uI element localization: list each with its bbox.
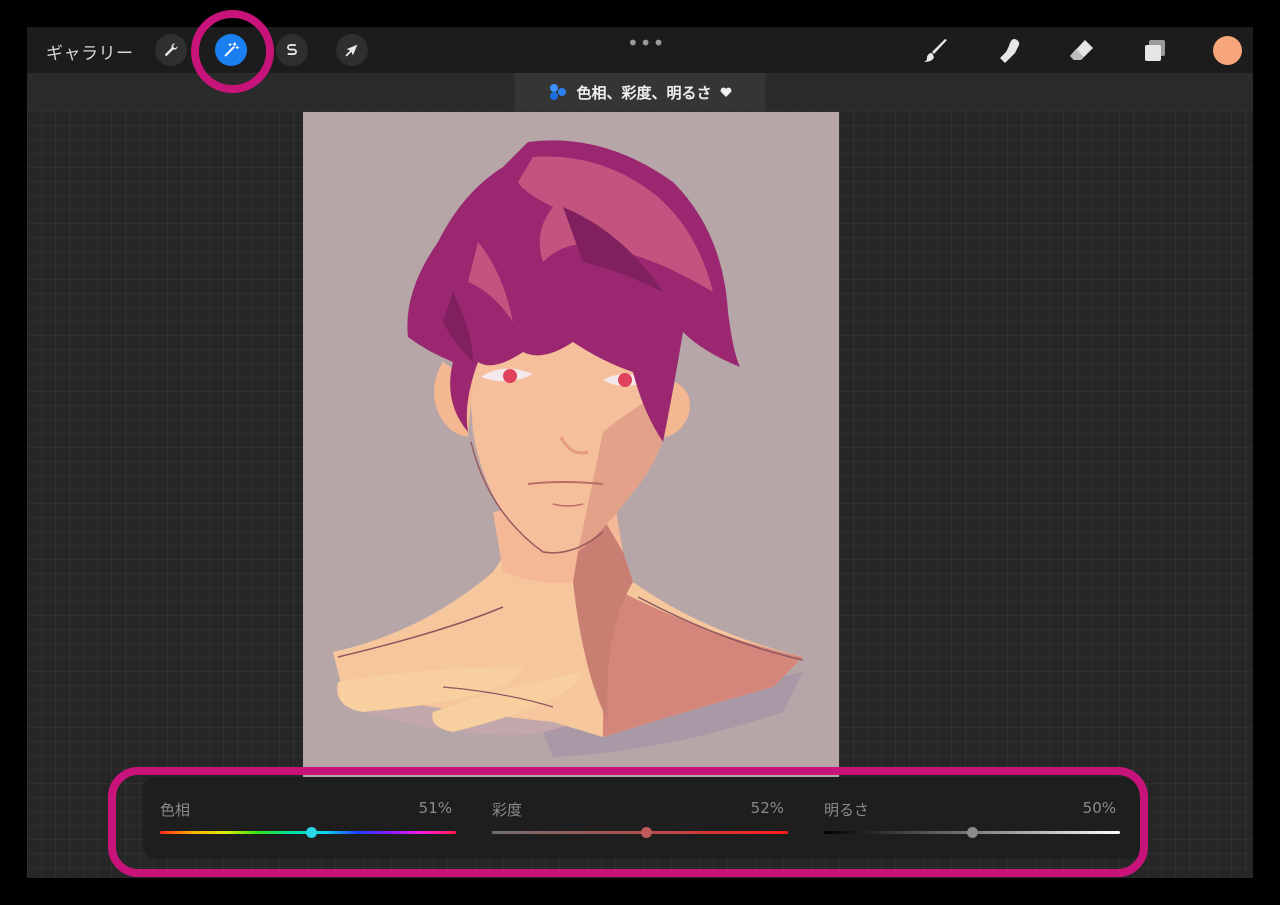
mode-title: 色相、彩度、明るさ (576, 83, 712, 102)
heart-caret-icon (720, 87, 732, 98)
selection-s-icon (287, 44, 297, 55)
color-swatch[interactable] (1213, 36, 1242, 65)
layers-icon (1145, 40, 1165, 61)
more-options-button[interactable]: ••• (627, 31, 665, 55)
transform-button[interactable] (336, 34, 368, 66)
arrow-cursor-icon (345, 44, 358, 57)
hsb-dots-icon (548, 83, 568, 101)
gallery-button[interactable]: ギャラリー (46, 39, 134, 64)
smudge-finger-icon (1000, 39, 1020, 63)
brush-tool[interactable] (920, 35, 952, 67)
highlight-ring-adjustments (191, 10, 274, 93)
smudge-tool[interactable] (993, 35, 1025, 67)
artwork-canvas[interactable] (303, 112, 839, 780)
highlight-ring-panel (108, 767, 1148, 877)
layers-tool[interactable] (1139, 35, 1171, 67)
eraser-tool[interactable] (1066, 35, 1098, 67)
wrench-icon (164, 43, 178, 57)
brush-icon (924, 39, 947, 62)
portrait-artwork (333, 140, 804, 757)
eraser-icon (1070, 40, 1093, 60)
selection-button[interactable] (276, 34, 308, 66)
procreate-screen: ギャラリー ••• 色相、彩度、明るさ 色相 51% 彩度 52% 明るさ 50… (27, 27, 1253, 878)
mode-selector[interactable]: 色相、彩度、明るさ (515, 73, 765, 111)
actions-button[interactable] (155, 34, 187, 66)
